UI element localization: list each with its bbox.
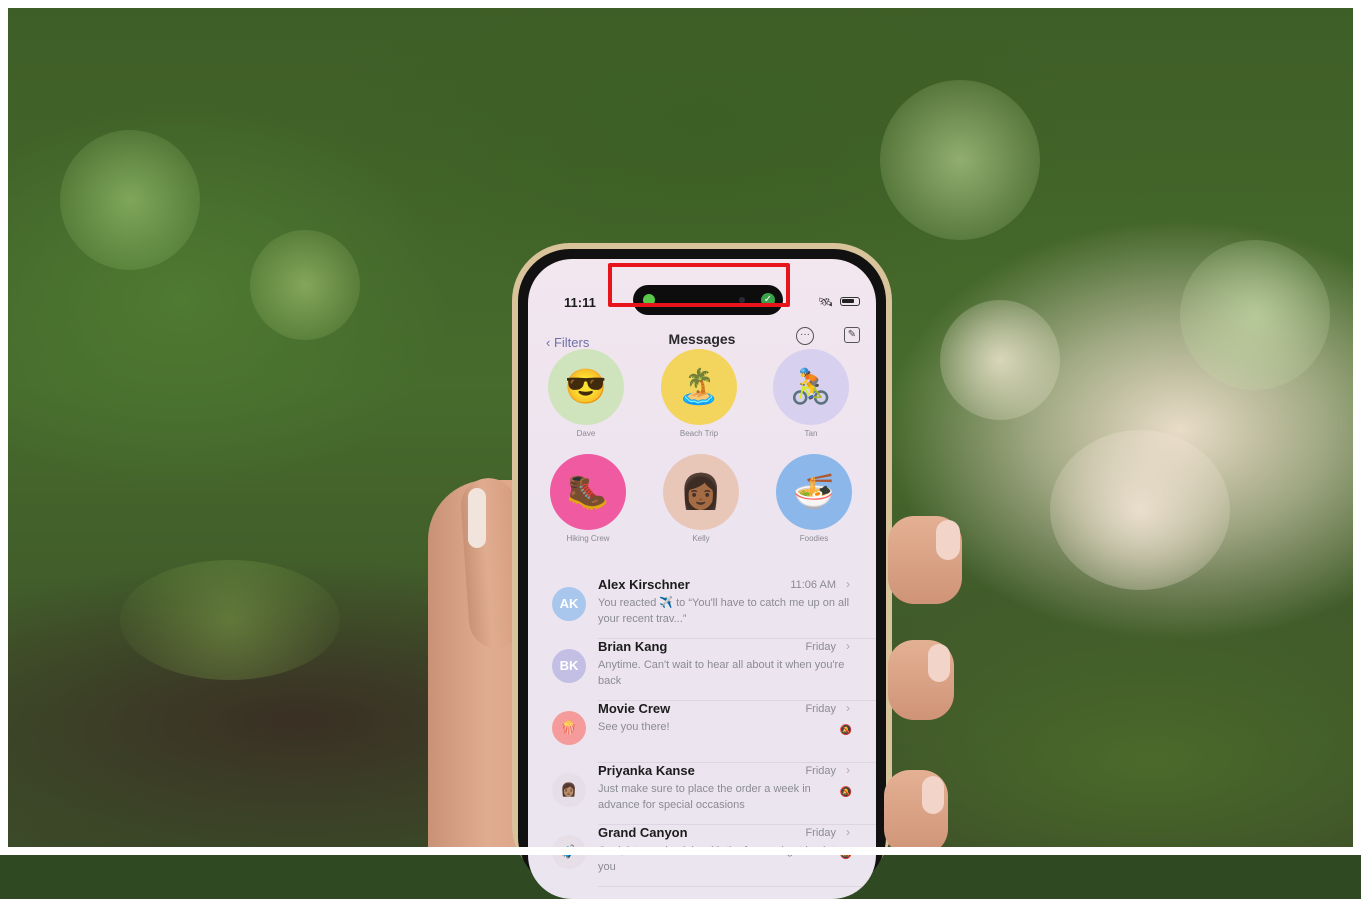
- contact-name: Priyanka Kanse: [598, 763, 695, 778]
- contact-name: Alex Kirschner: [598, 577, 690, 592]
- ellipsis-circle-icon[interactable]: ···: [796, 327, 814, 345]
- pinned-label: Hiking Crew: [566, 534, 610, 543]
- pinned-avatar: 🏝️: [661, 349, 737, 425]
- contact-name: Brian Kang: [598, 639, 668, 654]
- finger-nail: [928, 644, 950, 682]
- pinned-label: Kelly: [692, 534, 710, 543]
- message-preview: See you there!: [598, 721, 670, 733]
- pinned-conversation[interactable]: 🚴 Tan: [773, 349, 849, 438]
- chevron-right-icon: ›: [846, 639, 850, 653]
- finger-nail: [922, 776, 944, 814]
- message-preview: Just make sure to place the order a week…: [598, 783, 811, 811]
- bokeh-light: [1180, 240, 1330, 390]
- pinned-label: Dave: [576, 429, 596, 438]
- message-preview: Anytime. Can't wait to hear all about it…: [598, 659, 845, 687]
- status-icons: 🛰: [818, 295, 864, 309]
- contact-avatar: 🧳: [552, 835, 586, 869]
- row-divider: [598, 886, 876, 887]
- compose-icon[interactable]: ✎: [844, 327, 860, 343]
- pinned-avatar: 🚴: [773, 349, 849, 425]
- page-title: Messages: [668, 331, 736, 347]
- bokeh-light: [120, 560, 340, 680]
- message-date: Friday: [805, 827, 836, 839]
- satellite-icon: 🛰: [818, 295, 834, 309]
- chevron-right-icon: ›: [846, 701, 850, 715]
- status-time: 11:11: [564, 295, 596, 310]
- chevron-right-icon: ›: [846, 825, 850, 839]
- contact-name: Grand Canyon: [598, 825, 688, 840]
- thumb-nail: [468, 488, 486, 548]
- messages-screen: 11:11 ✓ 🛰 ‹ Filters Messages ··· ✎ 😎 Dave…: [528, 259, 876, 899]
- conversation-row[interactable]: 🍿 Movie Crew Friday › See you there! 🔕: [528, 701, 876, 763]
- pinned-avatar: 😎: [548, 349, 624, 425]
- muted-icon: 🔕: [839, 725, 852, 736]
- bokeh-light: [880, 80, 1040, 240]
- battery-level-fill: [842, 299, 854, 303]
- pinned-avatar: 🥾: [550, 454, 626, 530]
- bokeh-light: [250, 230, 360, 340]
- pinned-conversation[interactable]: 🍜 Foodies: [776, 454, 852, 543]
- bokeh-light: [1050, 430, 1230, 590]
- conversation-row[interactable]: 🧳 Grand Canyon Friday › Cool, let me check i…: [528, 825, 876, 887]
- contact-avatar: BK: [552, 649, 586, 683]
- pinned-conversation[interactable]: 😎 Dave: [548, 349, 624, 438]
- pinned-conversation[interactable]: 🥾 Hiking Crew: [550, 454, 626, 543]
- pinned-conversation[interactable]: 🏝️ Beach Trip: [661, 349, 737, 438]
- conversation-row[interactable]: 👩🏽 Priyanka Kanse Friday › Just make sure to…: [528, 763, 876, 825]
- contact-avatar: AK: [552, 587, 586, 621]
- message-date: Friday: [805, 703, 836, 715]
- message-date: 11:06 AM: [790, 579, 836, 591]
- contact-name: Movie Crew: [598, 701, 671, 716]
- pinned-label: Tan: [804, 429, 818, 438]
- muted-icon: 🔕: [839, 787, 852, 798]
- contact-avatar: 👩🏽: [552, 773, 586, 807]
- pinned-conversation[interactable]: 👩🏾 Kelly: [663, 454, 739, 543]
- chevron-right-icon: ›: [846, 577, 850, 591]
- pinned-label: Foodies: [799, 534, 829, 543]
- dynamic-island-highlight-box: [608, 263, 790, 307]
- phone-bezel: 11:11 ✓ 🛰 ‹ Filters Messages ··· ✎ 😎 Dave…: [518, 249, 886, 899]
- iphone-frame: 11:11 ✓ 🛰 ‹ Filters Messages ··· ✎ 😎 Dave…: [512, 243, 892, 899]
- message-preview: Cool, let me check in with the fam and g…: [598, 845, 841, 873]
- chevron-right-icon: ›: [846, 763, 850, 777]
- conversation-row[interactable]: AK Alex Kirschner 11:06 AM › You reacted ✈️ …: [528, 577, 876, 639]
- message-preview: You reacted ✈️ to “You'll have to catch …: [598, 597, 850, 625]
- contact-avatar: 🍿: [552, 711, 586, 745]
- pinned-avatar: 👩🏾: [663, 454, 739, 530]
- message-date: Friday: [805, 641, 836, 653]
- pinned-label: Beach Trip: [679, 429, 719, 438]
- finger-nail: [936, 520, 960, 560]
- conversation-row[interactable]: BK Brian Kang Friday › Anytime. Can't wait t…: [528, 639, 876, 701]
- pinned-avatar: 🍜: [776, 454, 852, 530]
- bokeh-light: [940, 300, 1060, 420]
- message-date: Friday: [805, 765, 836, 777]
- bokeh-light: [60, 130, 200, 270]
- battery-icon: [840, 297, 860, 306]
